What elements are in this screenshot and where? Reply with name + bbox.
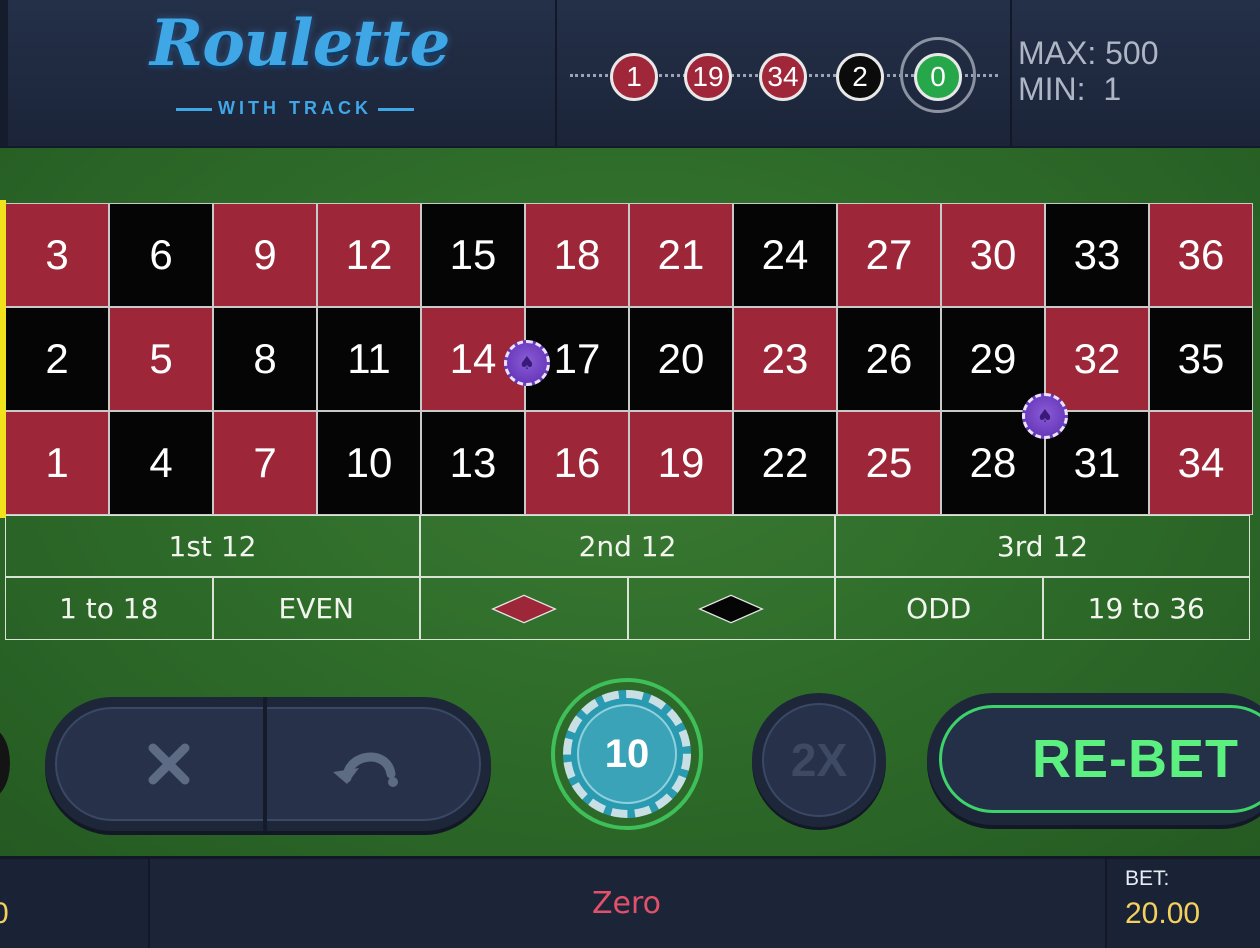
number-cell[interactable]: 34 [1149, 411, 1253, 515]
undo-button[interactable] [267, 707, 467, 821]
table-limits: MAX: 500 MIN: 1 [1018, 35, 1159, 107]
number-cell[interactable]: 2 [5, 307, 109, 411]
logo-subtitle: WITH TRACK [150, 98, 440, 119]
number-cell[interactable]: 33 [1045, 203, 1149, 307]
min-value: 1 [1103, 71, 1122, 107]
number-cell[interactable]: 25 [837, 411, 941, 515]
clear-undo-group [45, 697, 491, 831]
even-money-bet[interactable]: ODD [835, 577, 1043, 640]
number-cell[interactable]: 7 [213, 411, 317, 515]
max-value: 500 [1105, 35, 1159, 71]
double-button[interactable]: 2X [752, 693, 886, 827]
number-cell[interactable]: 36 [1149, 203, 1253, 307]
number-cell[interactable]: 21 [629, 203, 733, 307]
rebet-label: RE-BET [939, 705, 1260, 813]
logo-subtitle-text: WITH TRACK [218, 98, 372, 118]
min-label: MIN: [1018, 71, 1086, 107]
placed-chip[interactable]: ♠ [1022, 393, 1068, 439]
number-cell[interactable]: 13 [421, 411, 525, 515]
number-cell[interactable]: 20 [629, 307, 733, 411]
placed-chip[interactable]: ♠ [504, 340, 550, 386]
number-cell[interactable]: 12 [317, 203, 421, 307]
history-ball: 19 [684, 53, 732, 101]
number-cell[interactable]: 26 [837, 307, 941, 411]
number-cell[interactable]: 15 [421, 203, 525, 307]
number-cell[interactable]: 10 [317, 411, 421, 515]
status-bar: 0 Zero BET: 20.00 [0, 856, 1260, 948]
number-cell[interactable]: 27 [837, 203, 941, 307]
even-money-bet[interactable]: 19 to 36 [1042, 577, 1250, 640]
number-cell[interactable]: 6 [109, 203, 213, 307]
chip-selector[interactable]: 10 [551, 678, 703, 830]
game-logo: Roulette WITH TRACK [150, 6, 450, 126]
number-cell[interactable]: 19 [629, 411, 733, 515]
clear-bets-button[interactable] [69, 707, 269, 821]
header-edge [0, 0, 8, 146]
close-icon [148, 743, 190, 785]
history-ball: 1 [610, 53, 658, 101]
double-label: 2X [762, 703, 876, 817]
number-cell[interactable]: 32 [1045, 307, 1149, 411]
history-ball-latest: 0 [914, 53, 962, 101]
number-cell[interactable]: 23 [733, 307, 837, 411]
number-cell[interactable]: 24 [733, 203, 837, 307]
bet-label: BET: [1125, 867, 1170, 890]
even-money-bet[interactable]: EVEN [212, 577, 420, 640]
number-cell[interactable]: 11 [317, 307, 421, 411]
number-cell[interactable]: 9 [213, 203, 317, 307]
dozen-bet[interactable]: 3rd 12 [835, 515, 1250, 577]
number-cell[interactable]: 29 [941, 307, 1045, 411]
max-label: MAX: [1018, 35, 1097, 71]
even-money-bet[interactable]: 1 to 18 [5, 577, 213, 640]
header-bar: Roulette WITH TRACK 1 19 34 2 0 MAX: 500… [0, 0, 1260, 149]
number-cell[interactable]: 4 [109, 411, 213, 515]
undo-icon [333, 752, 398, 787]
rebet-button[interactable]: RE-BET [927, 693, 1260, 825]
number-cell[interactable]: 35 [1149, 307, 1253, 411]
number-cell[interactable]: 1 [5, 411, 109, 515]
number-cell[interactable]: 3 [5, 203, 109, 307]
bet-panel: BET: 20.00 [1105, 859, 1260, 948]
number-cell[interactable]: 18 [525, 203, 629, 307]
red-bet[interactable] [420, 577, 628, 640]
spin-history: 1 19 34 2 0 [570, 37, 1010, 113]
number-cell[interactable]: 30 [941, 203, 1045, 307]
result-message: Zero [591, 886, 662, 921]
number-cell[interactable]: 5 [109, 307, 213, 411]
number-cell[interactable]: 16 [525, 411, 629, 515]
number-cell[interactable]: 8 [213, 307, 317, 411]
dozen-bet[interactable]: 2nd 12 [420, 515, 835, 577]
history-ball: 2 [836, 53, 884, 101]
dozen-bet[interactable]: 1st 12 [5, 515, 420, 577]
black-bet[interactable] [627, 577, 835, 640]
zero-edge-highlight [0, 200, 6, 518]
black-diamond-icon [698, 594, 765, 623]
chip-value: 10 [577, 704, 677, 804]
balance-panel: 0 [0, 859, 150, 948]
bet-value: 20.00 [1125, 897, 1201, 930]
logo-title: Roulette [150, 6, 450, 81]
history-ball: 34 [759, 53, 807, 101]
number-cell[interactable]: 22 [733, 411, 837, 515]
balance-value: 0 [0, 897, 9, 930]
red-diamond-icon [490, 594, 557, 623]
